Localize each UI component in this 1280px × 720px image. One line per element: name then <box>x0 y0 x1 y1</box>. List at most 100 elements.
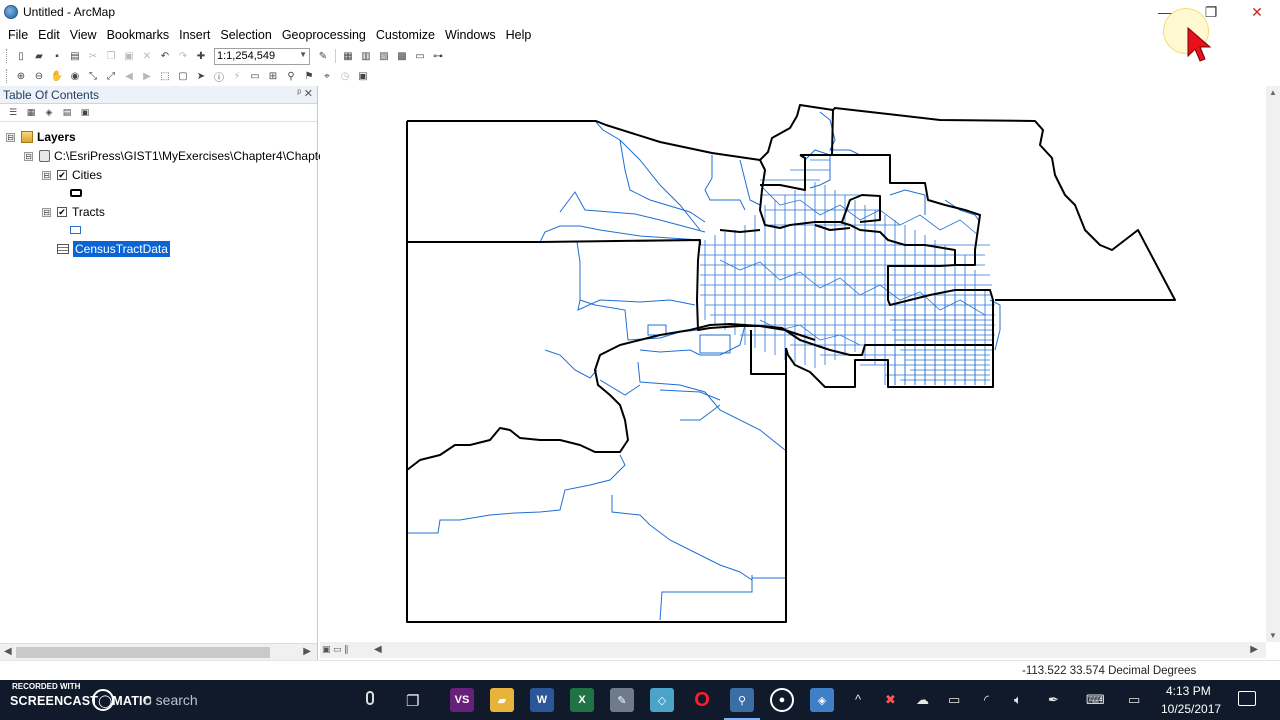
menu-insert[interactable]: Insert <box>174 24 215 46</box>
pin-icon[interactable]: ᵖ <box>297 88 301 99</box>
menu-help[interactable]: Help <box>501 24 537 46</box>
tracts-visibility-checkbox[interactable]: ✔ <box>57 207 67 217</box>
map-vertical-scrollbar[interactable]: ▲ ▼ <box>1266 86 1280 642</box>
identify-icon[interactable]: ⓘ <box>212 69 226 84</box>
volume-icon[interactable]: 🔈︎ <box>1014 692 1022 708</box>
redo-icon[interactable]: ↷ <box>176 49 190 63</box>
pen-icon[interactable]: ✒ <box>1048 692 1059 708</box>
tree-row-tracts-symbol[interactable] <box>70 221 81 239</box>
save-icon[interactable]: ▪ <box>50 49 64 63</box>
collapse-icon[interactable]: ⊟ <box>6 132 15 142</box>
zoom-out-icon[interactable]: ⊖ <box>32 69 46 83</box>
cube-app-icon[interactable]: ◈ <box>810 688 834 712</box>
list-by-source-icon[interactable]: ▦ <box>24 106 38 120</box>
scroll-left-icon[interactable]: ◀ <box>4 646 12 657</box>
search-window-icon[interactable]: ▧ <box>377 49 391 63</box>
menu-bookmarks[interactable]: Bookmarks <box>102 24 175 46</box>
collapse-icon[interactable]: ⊟ <box>42 207 51 217</box>
collapse-icon[interactable]: ⊟ <box>42 170 51 180</box>
toc-options-icon[interactable]: ▣ <box>78 106 92 120</box>
scroll-thumb[interactable] <box>16 647 270 658</box>
tracts-symbol-icon[interactable] <box>70 226 81 234</box>
toc-close-button[interactable]: ✕ <box>304 87 313 100</box>
map-horizontal-scrollbar[interactable]: ▣ ▭ ∥ ◀ ▶ <box>320 642 1266 658</box>
add-data-icon[interactable]: ✚ <box>194 49 208 63</box>
copy-icon[interactable]: ❐ <box>104 49 118 63</box>
tree-row-cities-symbol[interactable] <box>70 184 82 202</box>
clock-time[interactable]: 4:13 PM <box>1166 684 1211 698</box>
new-document-icon[interactable]: ▯ <box>14 49 28 63</box>
arcmap-taskbar-icon[interactable]: ⚲ <box>724 688 760 720</box>
view-toggle-icons[interactable]: ▣ ▭ ∥ <box>322 644 349 655</box>
table-name-selected[interactable]: CensusTractData <box>73 241 170 257</box>
clear-selection-icon[interactable]: ▢ <box>176 69 190 83</box>
toolbar-grip[interactable] <box>6 69 9 83</box>
menu-edit[interactable]: Edit <box>33 24 65 46</box>
paste-icon[interactable]: ▣ <box>122 49 136 63</box>
toc-horizontal-scrollbar[interactable]: ◀ ▶ <box>0 643 317 660</box>
cut-icon[interactable]: ✂ <box>86 49 100 63</box>
menu-windows[interactable]: Windows <box>440 24 501 46</box>
keyboard-icon[interactable]: ⌨ <box>1086 692 1105 708</box>
task-view-icon[interactable]: ❐ <box>406 692 419 710</box>
close-button[interactable]: ✕ <box>1234 0 1280 24</box>
microphone-icon[interactable] <box>366 691 374 705</box>
select-features-icon[interactable]: ⬚ <box>158 69 172 83</box>
arccatalog-icon[interactable]: ◇ <box>650 688 674 712</box>
cities-visibility-checkbox[interactable]: ✔ <box>57 170 67 180</box>
tree-row-census-table[interactable]: CensusTractData <box>57 240 170 258</box>
back-extent-icon[interactable]: ◀ <box>122 69 136 83</box>
catalog-window-icon[interactable]: ▥ <box>359 49 373 63</box>
table-of-contents-icon[interactable]: ▦ <box>341 49 355 63</box>
word-icon[interactable]: W <box>530 688 554 712</box>
collapse-icon[interactable]: ⊟ <box>24 151 33 161</box>
menu-customize[interactable]: Customize <box>371 24 440 46</box>
tree-row-tracts[interactable]: ⊟ ✔ Tracts <box>42 203 105 221</box>
delete-icon[interactable]: ✕ <box>140 49 154 63</box>
list-by-selection-icon[interactable]: ▤ <box>60 106 74 120</box>
map-canvas[interactable] <box>320 86 1266 642</box>
zoom-in-icon[interactable]: ⊕ <box>14 69 28 83</box>
menu-selection[interactable]: Selection <box>215 24 276 46</box>
hyperlink-icon[interactable]: ⚡ <box>230 69 244 83</box>
toolbar-grip[interactable] <box>6 49 9 63</box>
open-folder-icon[interactable]: ▰ <box>32 49 46 63</box>
sync-error-icon[interactable]: ✖ <box>885 692 896 708</box>
model-builder-icon[interactable]: ⊶ <box>431 49 445 63</box>
select-elements-icon[interactable]: ➤ <box>194 69 208 83</box>
scroll-right-icon[interactable]: ▶ <box>303 646 311 657</box>
wifi-icon[interactable]: ◜ <box>984 692 989 708</box>
map-display[interactable] <box>320 86 1266 642</box>
onedrive-icon[interactable]: ☁ <box>916 692 929 708</box>
tree-row-cities[interactable]: ⊟ ✔ Cities <box>42 166 102 184</box>
measure-icon[interactable]: ⊞ <box>266 69 280 83</box>
fixed-zoom-out-icon[interactable]: ⤢ <box>104 69 118 83</box>
media-player-icon[interactable]: ● <box>770 688 794 712</box>
time-slider-icon[interactable]: ◷ <box>338 69 352 83</box>
undo-icon[interactable]: ↶ <box>158 49 172 63</box>
find-route-icon[interactable]: ⚑ <box>302 69 316 83</box>
tree-row-layers[interactable]: ⊟ Layers <box>6 128 76 146</box>
list-by-drawing-order-icon[interactable]: ☰ <box>6 106 20 120</box>
excel-icon[interactable]: X <box>570 688 594 712</box>
desktop-icon[interactable]: ▭ <box>1128 692 1140 708</box>
menu-file[interactable]: File <box>3 24 33 46</box>
editor-toolbar-icon[interactable]: ✎ <box>316 49 330 63</box>
python-window-icon[interactable]: ▭ <box>413 49 427 63</box>
map-scale-combo[interactable]: 1:1,254,549 ▼ <box>214 47 310 65</box>
taskbar-search-box[interactable]: o search <box>96 688 386 712</box>
action-center-icon[interactable] <box>1238 691 1256 706</box>
opera-icon[interactable]: O <box>690 688 714 712</box>
visual-studio-icon[interactable]: VS <box>450 688 474 712</box>
cities-symbol-icon[interactable] <box>70 189 82 197</box>
find-icon[interactable]: ⚲ <box>284 69 298 83</box>
list-by-visibility-icon[interactable]: ◈ <box>42 106 56 120</box>
print-icon[interactable]: ▤ <box>68 49 82 63</box>
tree-row-data-source[interactable]: ⊟ C:\EsriPress\GIST1\MyExercises\Chapter… <box>24 147 329 165</box>
menu-geoprocessing[interactable]: Geoprocessing <box>277 24 371 46</box>
show-hidden-icons-chevron[interactable]: ^ <box>855 692 861 707</box>
scroll-left-icon[interactable]: ◀ <box>374 644 382 655</box>
forward-extent-icon[interactable]: ▶ <box>140 69 154 83</box>
arctoolbox-icon[interactable]: ▩ <box>395 49 409 63</box>
battery-icon[interactable]: ▭ <box>948 692 960 708</box>
